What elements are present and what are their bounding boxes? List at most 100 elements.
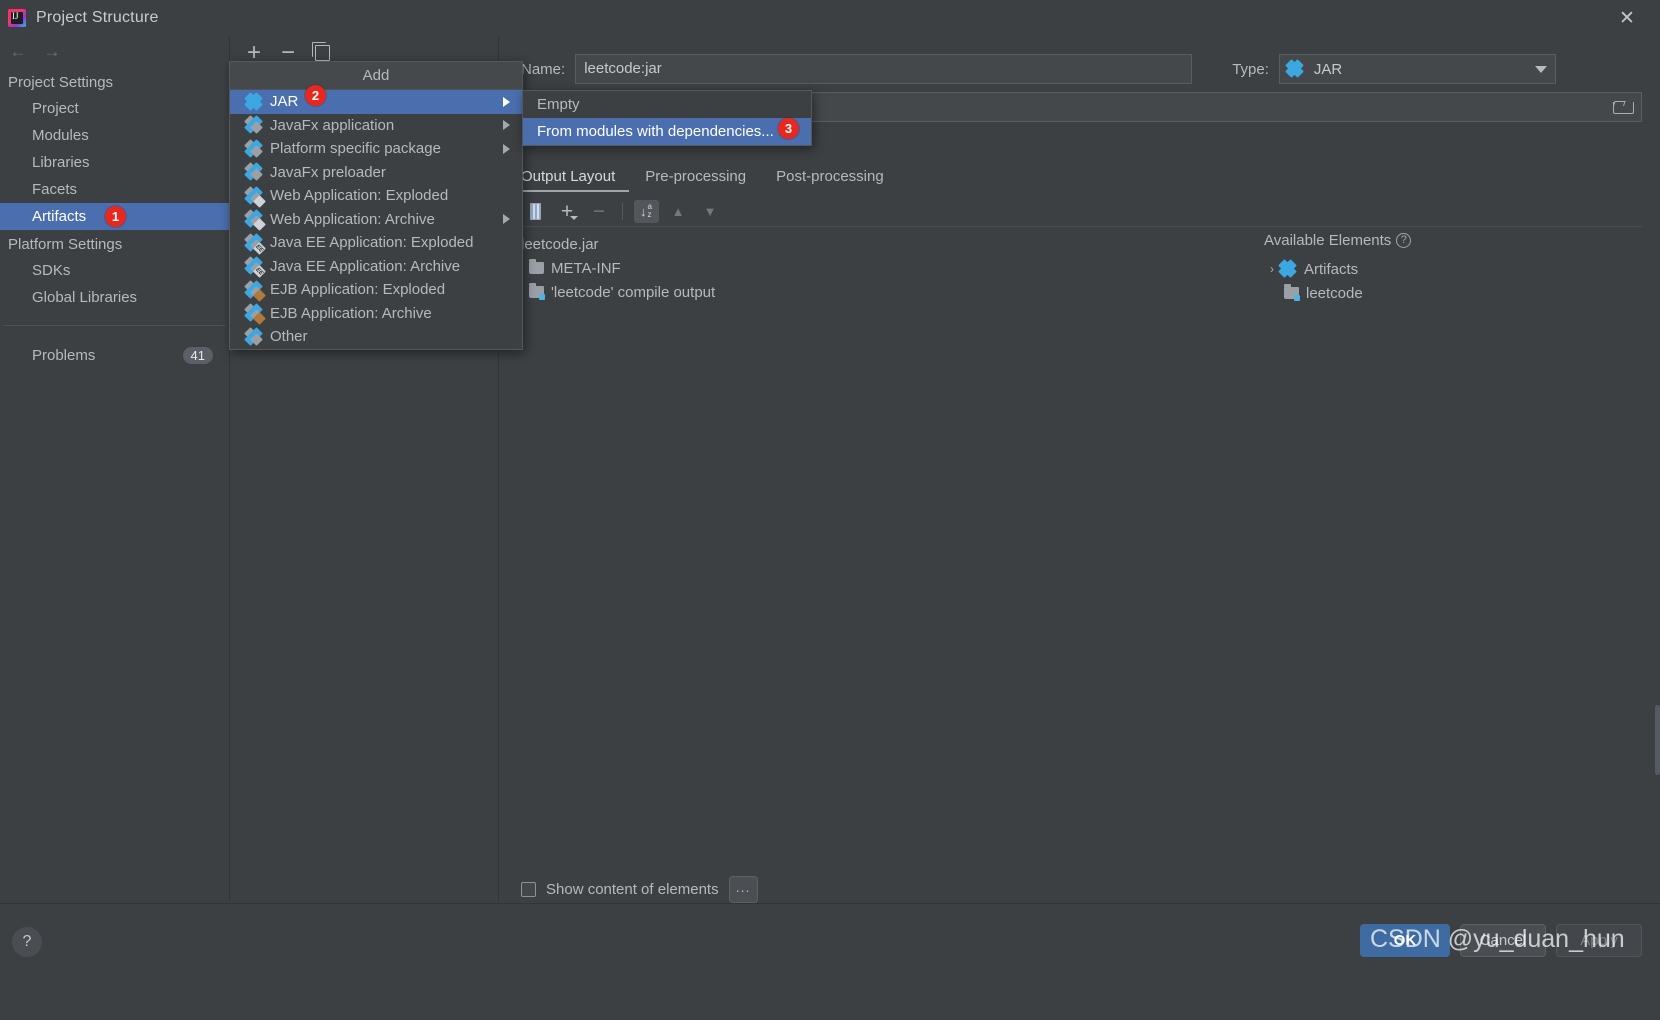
add-menu-item-label: Platform specific package: [270, 140, 441, 158]
sidebar-item-sdks[interactable]: SDKs: [0, 257, 229, 284]
web-archive-icon: [244, 209, 266, 232]
browse-folder-icon[interactable]: [1613, 100, 1634, 114]
tab-output-layout[interactable]: Output Layout: [521, 168, 630, 192]
list-item-label: Artifacts: [1304, 260, 1359, 278]
artifact-type-dropdown[interactable]: JAR: [1278, 54, 1556, 84]
help-button[interactable]: ?: [12, 927, 42, 957]
tab-post-processing[interactable]: Post-processing: [776, 168, 898, 192]
ok-button[interactable]: OK: [1360, 924, 1450, 957]
add-artifact-menu: Add JAR JavaFx application Platform spec…: [229, 61, 523, 350]
forward-arrow-icon[interactable]: →: [38, 39, 66, 65]
sidebar-divider: [4, 325, 225, 326]
artifact-type-value: JAR: [1313, 60, 1343, 78]
sort-elements-button[interactable]: ↓ az: [632, 198, 660, 224]
add-menu-item-label: JavaFx application: [270, 116, 395, 134]
list-item[interactable]: › Artifacts: [1260, 257, 1642, 281]
javafx-preloader-diamond-icon: [244, 162, 263, 182]
tab-pre-processing[interactable]: Pre-processing: [645, 168, 760, 192]
apply-button[interactable]: Apply: [1556, 924, 1642, 957]
help-icon[interactable]: ?: [1396, 233, 1412, 248]
sidebar-item-problems[interactable]: Problems 41: [0, 340, 229, 370]
tree-row[interactable]: 'leetcode' compile output: [521, 280, 1261, 304]
add-menu-item-ejb-application-archive[interactable]: EJB Application: Archive: [230, 302, 522, 326]
javaee-archive-icon: EE: [244, 256, 266, 279]
window-title-bar: IJ Project Structure ✕: [0, 0, 1660, 36]
add-menu-item-jar[interactable]: JAR: [230, 90, 522, 114]
javaee-exploded-icon: EE: [244, 232, 266, 255]
show-content-label: Show content of elements: [546, 881, 719, 898]
other-diamond-icon: [244, 326, 263, 346]
add-menu-item-java-ee-application-archive[interactable]: EE Java EE Application: Archive: [230, 255, 522, 279]
back-arrow-icon[interactable]: ←: [4, 39, 32, 65]
sidebar-item-libraries[interactable]: Libraries: [0, 149, 229, 176]
add-menu-title: Add: [230, 62, 522, 90]
move-down-button[interactable]: ▼: [696, 198, 724, 224]
add-menu-item-label: Java EE Application: Archive: [270, 257, 461, 275]
sidebar-item-global-libraries[interactable]: Global Libraries: [0, 284, 229, 311]
jar-submenu: Empty From modules with dependencies...: [522, 90, 812, 146]
sort-az-icon: ↓ az: [633, 199, 659, 223]
chevron-right-icon: [503, 214, 510, 225]
submenu-empty[interactable]: Empty: [523, 91, 811, 118]
add-menu-item-java-ee-application-exploded[interactable]: EE Java EE Application: Exploded: [230, 231, 522, 255]
add-menu-item-label: JAR: [270, 93, 299, 111]
sidebar-nav-arrows: ← →: [0, 36, 229, 68]
module-output-folder-icon: [529, 283, 545, 300]
add-menu-item-label: Other: [270, 328, 308, 346]
add-menu-item-other[interactable]: Other: [230, 325, 522, 349]
chevron-down-icon: [570, 216, 578, 220]
artifact-name-input[interactable]: leetcode:jar: [575, 54, 1193, 84]
add-menu-item-label: Java EE Application: Exploded: [270, 234, 474, 252]
list-item-label: leetcode: [1306, 284, 1363, 302]
move-up-button[interactable]: ▲: [664, 198, 692, 224]
artifact-editor: Name: leetcode:jar Type: JAR ode\out\art…: [500, 36, 1660, 903]
add-menu-item-web-application-exploded[interactable]: Web Application: Exploded: [230, 184, 522, 208]
sidebar-item-facets[interactable]: Facets: [0, 176, 229, 203]
add-menu-item-web-application-archive[interactable]: Web Application: Archive: [230, 208, 522, 232]
tree-row[interactable]: leetcode.jar: [521, 232, 1261, 256]
folder-icon: [529, 259, 544, 274]
add-menu-item-label: EJB Application: Exploded: [270, 281, 446, 299]
tree-item-label: leetcode.jar: [521, 235, 599, 253]
artifact-diamond-icon: [1278, 259, 1297, 278]
show-content-checkbox[interactable]: [521, 882, 536, 897]
add-menu-item-platform-specific-package[interactable]: Platform specific package: [230, 137, 522, 161]
dialog-buttons: OK Cancel Apply: [1360, 924, 1642, 957]
platform-diamond-icon: [244, 138, 263, 158]
jar-diamond-icon: [1285, 59, 1304, 78]
add-element-button[interactable]: +: [553, 198, 581, 224]
sidebar-item-modules[interactable]: Modules: [0, 122, 229, 149]
chevron-down-icon: [1534, 66, 1547, 73]
add-menu-item-ejb-application-exploded[interactable]: EJB Application: Exploded: [230, 278, 522, 302]
create-jar-button[interactable]: [521, 198, 549, 224]
problems-label: Problems: [32, 346, 96, 364]
add-menu-item-javafx-application[interactable]: JavaFx application: [230, 114, 522, 138]
step-marker-3: 3: [778, 118, 799, 139]
javafx-diamond-icon: [244, 115, 263, 135]
toolbar-separator-line: [521, 226, 1642, 227]
sidebar-group-platform-settings: Platform Settings: [8, 236, 123, 253]
vertical-scrollbar[interactable]: [1655, 705, 1660, 775]
sidebar-item-project[interactable]: Project: [0, 95, 229, 122]
available-elements-panel: Available Elements ? › Artifacts leetcod…: [1260, 232, 1642, 305]
cancel-button[interactable]: Cancel: [1460, 924, 1546, 957]
more-options-button[interactable]: ...: [728, 876, 758, 903]
copy-icon: [311, 42, 330, 61]
add-menu-list: JAR JavaFx application Platform specific…: [230, 90, 522, 349]
intellij-idea-icon: IJ: [8, 9, 26, 27]
submenu-from-modules[interactable]: From modules with dependencies...: [523, 118, 811, 145]
list-item[interactable]: leetcode: [1260, 281, 1642, 305]
window-title: Project Structure: [36, 9, 159, 26]
available-elements-header: Available Elements ?: [1260, 232, 1642, 249]
name-and-type-row: Name: leetcode:jar Type: JAR: [521, 54, 1642, 84]
chevron-right-icon: [503, 143, 510, 154]
remove-element-button[interactable]: −: [585, 198, 613, 224]
add-menu-item-javafx-preloader[interactable]: JavaFx preloader: [230, 161, 522, 185]
tree-item-label: META-INF: [551, 259, 621, 277]
tree-row[interactable]: META-INF: [521, 256, 1261, 280]
add-menu-item-label: JavaFx preloader: [270, 163, 386, 181]
web-exploded-icon: [244, 185, 266, 208]
show-content-row: Show content of elements ...: [521, 876, 758, 903]
close-icon[interactable]: ✕: [1604, 0, 1650, 36]
dialog-bottom-bar: ? OK Cancel Apply: [0, 903, 1660, 1020]
